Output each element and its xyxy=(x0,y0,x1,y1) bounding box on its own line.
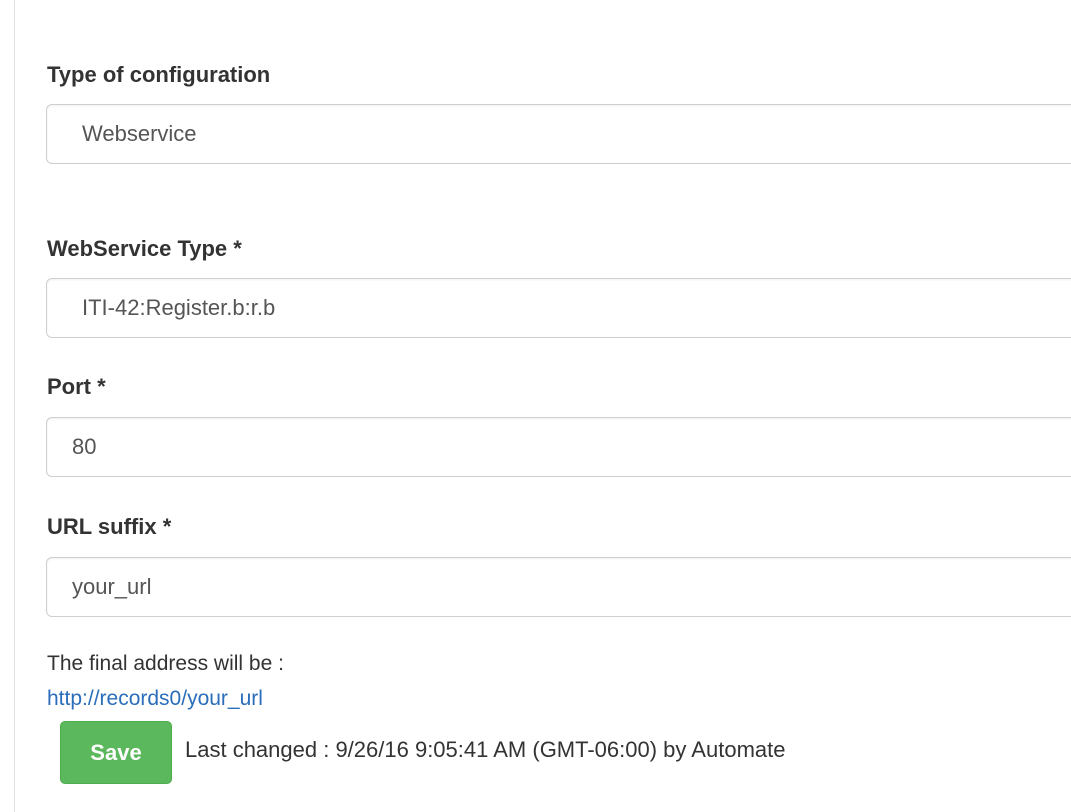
save-button[interactable]: Save xyxy=(60,721,172,784)
port-label: Port * xyxy=(47,374,106,399)
configuration-page: Type of configuration Webservice WebServ… xyxy=(0,0,1071,812)
last-changed-text: Last changed : 9/26/16 9:05:41 AM (GMT-0… xyxy=(185,737,786,762)
config-type-label: Type of configuration xyxy=(47,62,271,87)
left-divider xyxy=(14,0,15,812)
url-suffix-value: your_url xyxy=(72,574,152,599)
url-suffix-input[interactable]: your_url xyxy=(46,557,1071,617)
webservice-type-label: WebService Type * xyxy=(47,236,242,261)
webservice-type-select[interactable]: ITI-42:Register.b:r.b xyxy=(46,278,1071,338)
final-address-label: The final address will be : xyxy=(47,652,284,675)
port-input[interactable]: 80 xyxy=(46,417,1071,477)
config-type-select[interactable]: Webservice xyxy=(46,104,1071,164)
config-type-value: Webservice xyxy=(82,121,197,146)
url-suffix-label: URL suffix * xyxy=(47,514,172,539)
final-address-link[interactable]: http://records0/your_url xyxy=(47,687,263,711)
webservice-type-value: ITI-42:Register.b:r.b xyxy=(82,295,276,320)
port-value: 80 xyxy=(72,434,97,459)
